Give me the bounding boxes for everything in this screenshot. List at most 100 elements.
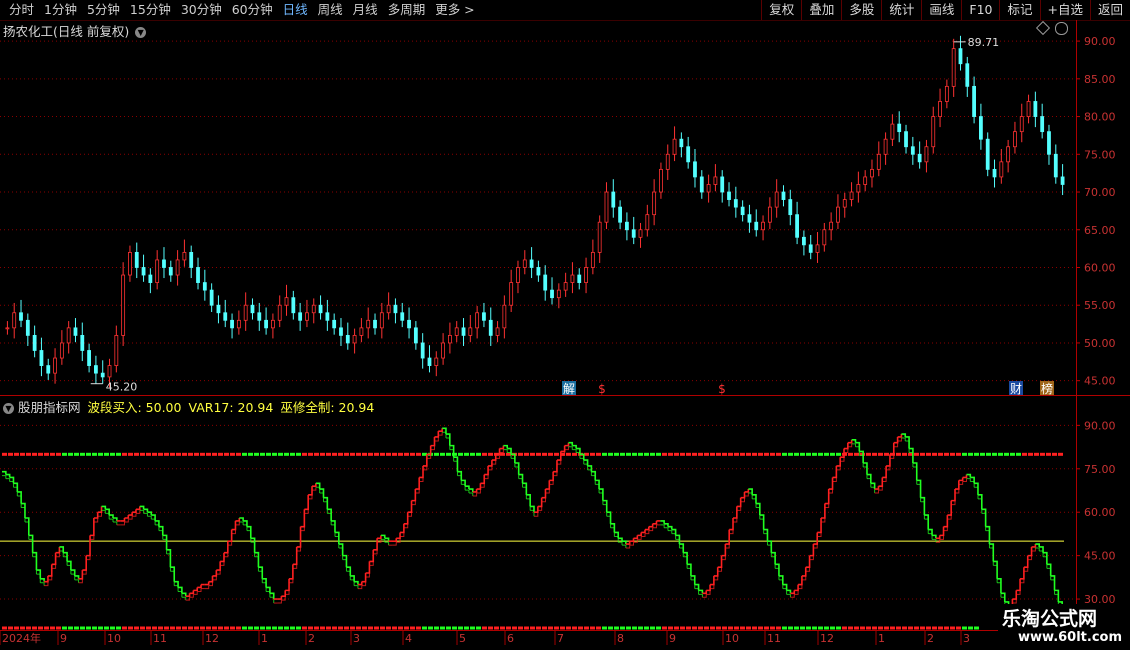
low-band-seg <box>920 626 925 630</box>
low-band-seg <box>554 626 559 630</box>
candle-body <box>938 101 942 117</box>
indicator-step <box>614 531 620 539</box>
high-band-seg <box>182 452 187 456</box>
indicator-step-shadow <box>790 594 795 598</box>
high-band-seg <box>248 452 253 456</box>
indicator-step <box>694 583 700 591</box>
indicator-step <box>323 496 329 510</box>
indicator-step <box>637 532 642 537</box>
high-band-seg <box>452 452 457 456</box>
low-band-seg <box>350 626 355 630</box>
low-band-seg <box>104 626 109 630</box>
event-marker[interactable]: 榜 <box>1041 381 1053 396</box>
low-band-seg <box>902 626 907 630</box>
price-tick-label: 70.00 <box>1084 186 1116 199</box>
indicator-step <box>231 520 237 531</box>
candle-body <box>53 357 57 374</box>
low-band-seg <box>26 626 31 630</box>
event-marker[interactable]: $ <box>598 382 606 396</box>
low-band-seg <box>788 626 793 630</box>
chevron-down-icon[interactable]: ▼ <box>3 403 14 414</box>
low-band-seg <box>8 626 13 630</box>
indicator-step <box>396 532 401 540</box>
candle-body <box>318 304 323 314</box>
candle-body <box>842 199 847 208</box>
high-band-seg <box>914 452 919 456</box>
xaxis-label: 10 <box>107 632 121 645</box>
indicator-name[interactable]: 股朋指标网 <box>18 400 81 415</box>
low-band-seg <box>482 626 487 630</box>
candle-body <box>795 214 799 238</box>
indicator-step <box>599 488 604 501</box>
candle-body <box>59 342 64 359</box>
high-band-seg <box>140 452 145 456</box>
indicator-step <box>289 564 294 580</box>
indicator-step <box>243 520 248 527</box>
low-band-seg <box>122 626 127 630</box>
candle-body <box>604 191 609 223</box>
indicator-step <box>438 428 443 432</box>
low-band-seg <box>818 626 823 630</box>
xaxis-label: 4 <box>405 632 412 645</box>
indicator-step <box>939 526 945 537</box>
indicator-step <box>583 459 589 466</box>
indicator-step <box>86 535 91 557</box>
low-band-seg <box>440 626 445 630</box>
candle-body <box>706 184 711 193</box>
candle-body <box>277 304 282 321</box>
high-band-seg <box>8 452 13 456</box>
price-tick-label: 90.00 <box>1084 35 1116 48</box>
high-band-seg <box>218 452 223 456</box>
indicator-step <box>2 470 7 475</box>
high-band-seg <box>548 452 553 456</box>
indicator-step <box>706 584 711 592</box>
indicator-step <box>430 436 436 447</box>
indicator-step <box>155 520 160 527</box>
candle-body <box>985 138 990 170</box>
candle-body <box>781 191 786 200</box>
low-band-seg <box>374 626 379 630</box>
indicator-step <box>947 500 952 516</box>
event-marker[interactable]: 财 <box>1010 382 1022 396</box>
low-band-seg <box>38 626 43 630</box>
high-band-seg <box>116 452 121 456</box>
high-band-seg <box>596 452 601 456</box>
candle-body <box>107 365 112 378</box>
candle-body <box>413 327 418 344</box>
price-chart[interactable]: 90.00 85.00 80.00 75.00 70.00 65.00 60.00 55.00… <box>0 0 1130 650</box>
high-band-seg <box>302 452 307 456</box>
candle-body <box>502 304 507 329</box>
candle-body <box>216 304 221 314</box>
candle-body <box>495 327 500 336</box>
low-band-seg <box>314 626 319 630</box>
candle-body <box>556 289 561 299</box>
high-band-seg <box>254 452 259 456</box>
price-tick-label: 55.00 <box>1084 299 1116 312</box>
indicator-step <box>197 584 202 589</box>
event-marker[interactable]: 解 <box>563 382 575 396</box>
indicator-step <box>97 506 103 514</box>
candle-body <box>284 297 289 306</box>
indicator-step <box>602 499 608 513</box>
high-band-seg <box>614 452 619 456</box>
indicator-step-shadow <box>465 489 470 494</box>
low-band-seg <box>362 626 367 630</box>
high-band-seg <box>386 452 391 456</box>
high-band-seg <box>932 452 937 456</box>
low-band-seg <box>806 626 811 630</box>
indicator-step <box>530 505 535 513</box>
candle-body <box>890 123 895 140</box>
indicator-step <box>269 592 275 600</box>
event-marker[interactable]: $ <box>718 382 726 396</box>
candle-body <box>972 85 976 117</box>
candle-body <box>196 267 200 283</box>
candle-body <box>298 312 303 321</box>
indicator-step <box>170 566 176 582</box>
indicator-step <box>90 518 95 537</box>
low-band-seg <box>590 626 595 630</box>
indicator-step <box>28 534 34 553</box>
indicator-step <box>32 551 38 571</box>
xaxis-label: 11 <box>767 632 781 645</box>
candle-body <box>461 327 466 336</box>
low-band-seg <box>296 626 301 630</box>
